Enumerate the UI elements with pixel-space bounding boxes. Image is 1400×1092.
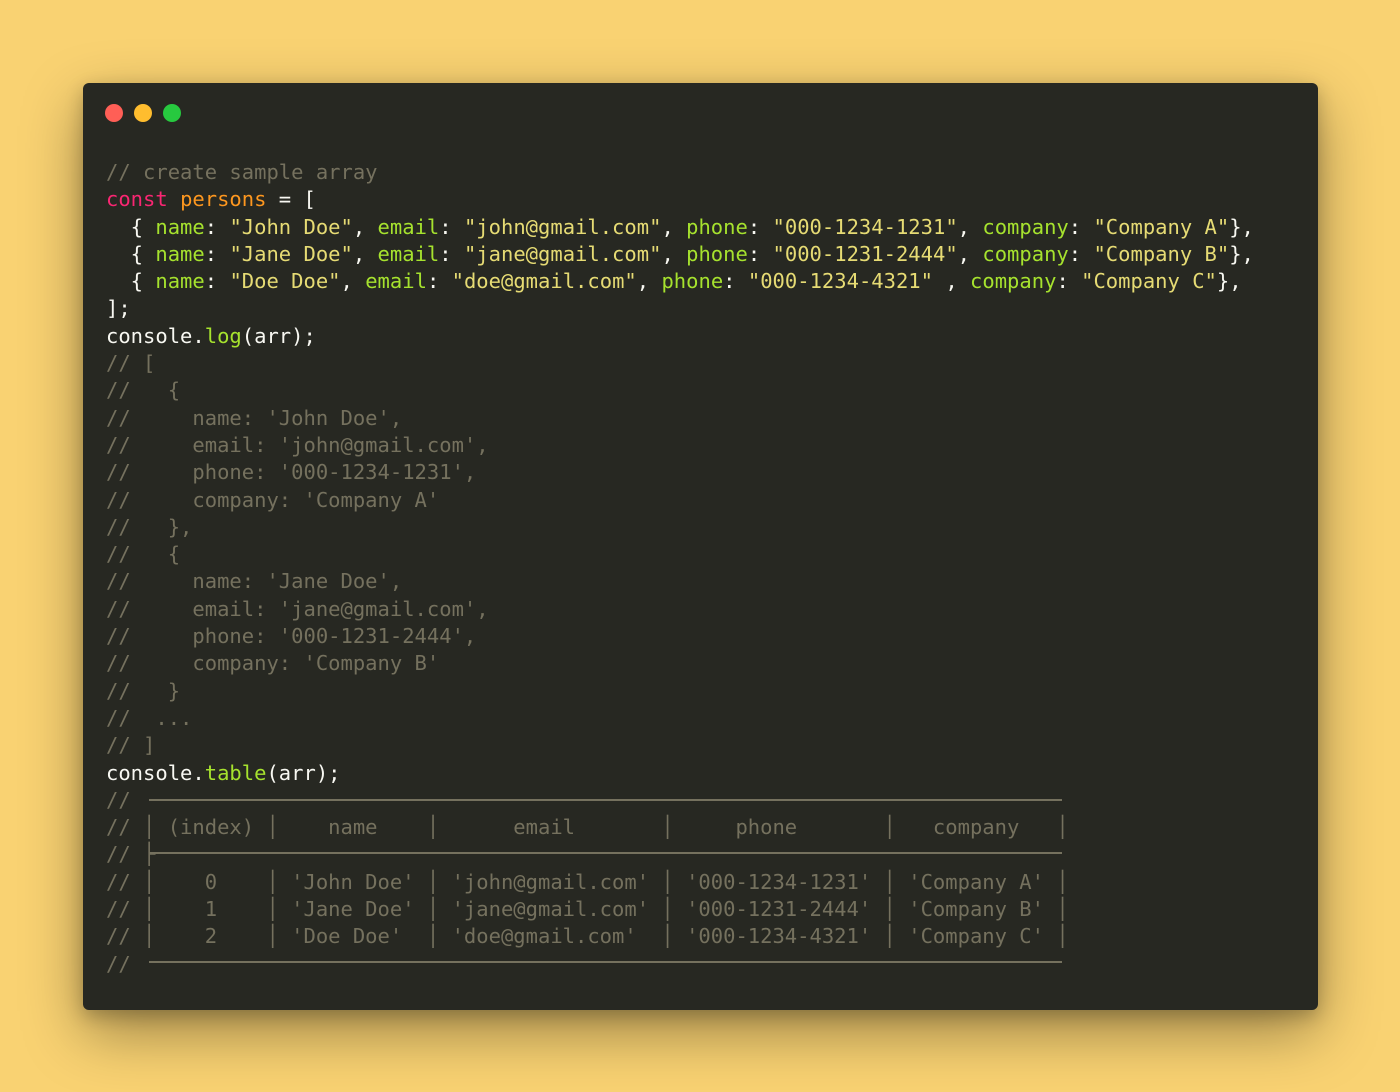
value-company: "Company A" — [1093, 214, 1230, 239]
separator: , — [957, 241, 983, 266]
console-log-call: console.log(arr); — [106, 323, 316, 348]
log-output-line: // ... — [106, 705, 193, 730]
minimize-window-button[interactable] — [134, 104, 152, 122]
call-args: (arr); — [266, 760, 341, 785]
log-method: log — [204, 323, 242, 348]
key-email: email — [365, 269, 427, 294]
variable-persons: persons — [180, 187, 267, 212]
comment: // create sample array — [106, 160, 378, 184]
close-window-button[interactable] — [105, 104, 123, 122]
table-output-row: // │ 2 │ 'Doe Doe' │ 'doe@gmail.com' │ '… — [106, 924, 1069, 949]
log-output-line: // company: 'Company A' — [106, 487, 440, 512]
log-output-line: // name: 'Jane Doe', — [106, 569, 403, 594]
key-name: name — [155, 241, 205, 266]
value-company: "Company C" — [1081, 269, 1217, 294]
value-name: "Doe Doe" — [229, 269, 341, 294]
key-email: email — [377, 241, 440, 266]
log-output-line: // { — [106, 542, 181, 567]
key-name: name — [155, 269, 205, 294]
value-phone: "000-1234-4321" — [747, 269, 933, 294]
object-row: { name: "John Doe", email: "john@gmail.c… — [106, 214, 1254, 239]
key-company: company — [970, 269, 1057, 294]
log-output-line: // [ — [106, 351, 156, 376]
code-line: ]; — [106, 296, 131, 321]
key-phone: phone — [686, 241, 748, 266]
code-line: // create sample array — [106, 159, 1318, 186]
table-method: table — [204, 760, 267, 785]
log-output-line: // ] — [106, 733, 156, 758]
object-row: { name: "Jane Doe", email: "jane@gmail.c… — [106, 241, 1254, 266]
code-window: // create sample array const persons = [… — [83, 83, 1318, 1010]
key-phone: phone — [686, 214, 748, 239]
value-company: "Company B" — [1093, 241, 1230, 266]
table-output-line: // — [106, 787, 131, 812]
code-line: const persons = [ — [106, 186, 1318, 213]
value-name: "Jane Doe" — [229, 241, 353, 266]
key-company: company — [982, 241, 1069, 266]
log-output-line: // }, — [106, 514, 193, 539]
separator: , — [957, 214, 983, 239]
console-object: console — [106, 323, 193, 348]
log-output-line: // } — [106, 678, 181, 703]
table-output-row: // │ 1 │ 'Jane Doe' │ 'jane@gmail.com' │… — [106, 897, 1069, 922]
log-output-line: // email: 'john@gmail.com', — [106, 432, 489, 457]
keyword-const: const — [106, 187, 168, 212]
value-email: "doe@gmail.com" — [451, 269, 637, 294]
key-name: name — [155, 214, 205, 239]
log-output-line: // { — [106, 378, 181, 403]
log-output-line: // phone: '000-1231-2444', — [106, 624, 477, 649]
value-phone: "000-1234-1231" — [772, 214, 958, 239]
value-email: "john@gmail.com" — [463, 214, 662, 239]
value-phone: "000-1231-2444" — [772, 241, 958, 266]
table-output-line: // — [106, 951, 131, 976]
console-object: console — [106, 760, 193, 785]
table-output-line: // ├ — [106, 842, 156, 867]
key-phone: phone — [661, 269, 724, 294]
separator: , — [933, 269, 971, 294]
key-email: email — [377, 214, 440, 239]
table-output-header: // │ (index) │ name │ email │ phone │ co… — [106, 815, 1069, 840]
console-table-call: console.table(arr); — [106, 760, 341, 785]
log-output-line: // phone: '000-1234-1231', — [106, 460, 477, 485]
object-row: { name: "Doe Doe", email: "doe@gmail.com… — [106, 269, 1242, 294]
code-block: // create sample array const persons = [… — [106, 159, 1318, 978]
value-name: "John Doe" — [229, 214, 353, 239]
table-output-row: // │ 0 │ 'John Doe' │ 'john@gmail.com' │… — [106, 869, 1069, 894]
log-output-line: // email: 'jane@gmail.com', — [106, 596, 489, 621]
assign-open: = [ — [266, 187, 316, 212]
log-output-line: // name: 'John Doe', — [106, 405, 403, 430]
call-args: (arr); — [241, 323, 316, 348]
log-output-line: // company: 'Company B' — [106, 651, 440, 676]
maximize-window-button[interactable] — [163, 104, 181, 122]
value-email: "jane@gmail.com" — [463, 241, 662, 266]
key-company: company — [982, 214, 1069, 239]
